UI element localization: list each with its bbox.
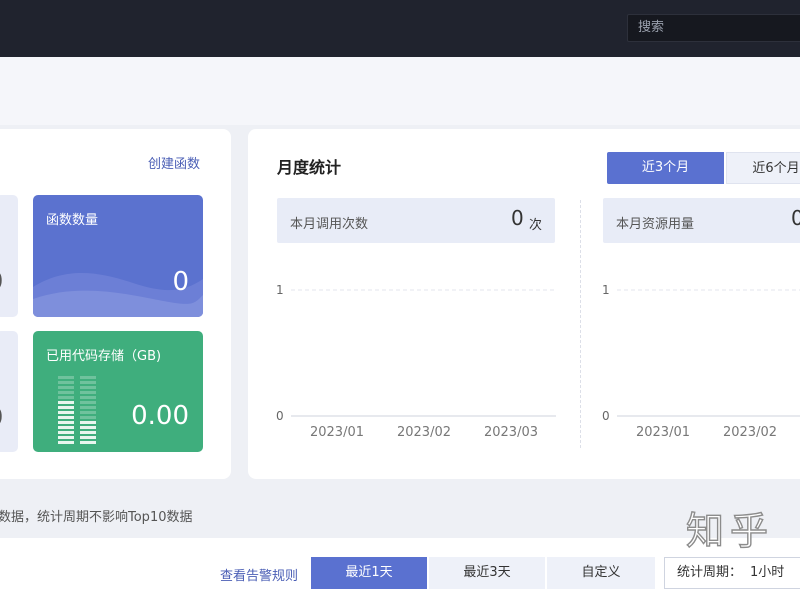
metric-value: 0 xyxy=(511,206,524,230)
x-tick-label: 2023/01 xyxy=(636,425,690,440)
footnote-text: 数据，统计周期不影响Top10数据 xyxy=(0,510,193,525)
section-title: 月度统计 xyxy=(277,158,342,177)
storage-bar-segment xyxy=(58,376,96,379)
storage-bar-segment xyxy=(58,411,96,414)
storage-bar-segment xyxy=(58,416,96,419)
card-value: 0.00 xyxy=(131,401,189,431)
view-alert-rules-link[interactable]: 查看告警规则 xyxy=(220,565,298,584)
storage-bar-segment xyxy=(58,436,96,439)
y-tick-label: 0 xyxy=(276,409,284,423)
metric-resource: 本月资源用量 0 xyxy=(603,198,800,243)
metric-value: 0 xyxy=(791,206,800,230)
y-tick-label: 1 xyxy=(602,283,610,297)
code-storage-card: 已用代码存储（GB) 0.00 xyxy=(33,331,203,452)
x-tick-label: 2023/02 xyxy=(397,425,451,440)
storage-bar-segment xyxy=(58,396,96,399)
metric-label: 本月调用次数 xyxy=(290,217,369,232)
y-tick-label: 0 xyxy=(602,409,610,423)
period-value: 1小时 xyxy=(750,565,785,580)
y-tick-label: 1 xyxy=(276,283,284,297)
zhihu-watermark: 知乎 xyxy=(685,508,775,553)
period-select[interactable]: 统计周期： 1小时 xyxy=(664,557,800,589)
card-label: 函数数量 xyxy=(46,213,99,228)
x-tick-label: 2023/02 xyxy=(723,425,777,440)
header-band xyxy=(0,57,800,125)
storage-bar-segment xyxy=(58,406,96,409)
tab-6-months[interactable]: 近6个月 xyxy=(726,152,800,184)
search-input[interactable]: 搜索 xyxy=(627,14,800,42)
metric-unit: 次 xyxy=(529,218,543,233)
create-function-link[interactable]: 创建函数 xyxy=(148,153,200,172)
range-custom-button[interactable]: 自定义 xyxy=(547,557,655,589)
tab-3-months[interactable]: 近3个月 xyxy=(607,152,724,184)
card-value: 0 xyxy=(172,267,189,297)
stat-card-partial: 0 xyxy=(0,195,18,317)
top-nav-bar: 搜索 xyxy=(0,0,800,57)
storage-bar-segment xyxy=(58,401,96,404)
chart-divider xyxy=(580,200,581,448)
storage-bar-segment xyxy=(58,431,96,434)
range-last-1-day-button[interactable]: 最近1天 xyxy=(311,557,427,589)
storage-bar-segment xyxy=(58,426,96,429)
storage-bars-icon xyxy=(58,376,96,448)
function-count-card: 函数数量 0 xyxy=(33,195,203,317)
storage-bar-segment xyxy=(58,386,96,389)
storage-bar-segment xyxy=(58,421,96,424)
stat-value: 0 xyxy=(0,403,3,431)
metric-label: 本月资源用量 xyxy=(616,217,695,232)
range-last-3-days-button[interactable]: 最近3天 xyxy=(429,557,545,589)
x-tick-label: 2023/03 xyxy=(484,425,538,440)
period-label: 统计周期： xyxy=(677,565,743,580)
storage-bar-segment xyxy=(58,391,96,394)
stat-value: 0 xyxy=(0,267,3,295)
resource-chart: 1 0 2023/01 2023/02 xyxy=(602,283,800,440)
storage-bar-segment xyxy=(58,441,96,444)
calls-chart: 1 0 2023/01 2023/02 2023/03 xyxy=(276,283,556,440)
stat-card-partial: 0 xyxy=(0,331,18,452)
metric-calls: 本月调用次数 0 次 xyxy=(277,198,555,243)
storage-bar-segment xyxy=(58,381,96,384)
card-label: 已用代码存储（GB) xyxy=(46,349,162,364)
x-tick-label: 2023/01 xyxy=(310,425,364,440)
